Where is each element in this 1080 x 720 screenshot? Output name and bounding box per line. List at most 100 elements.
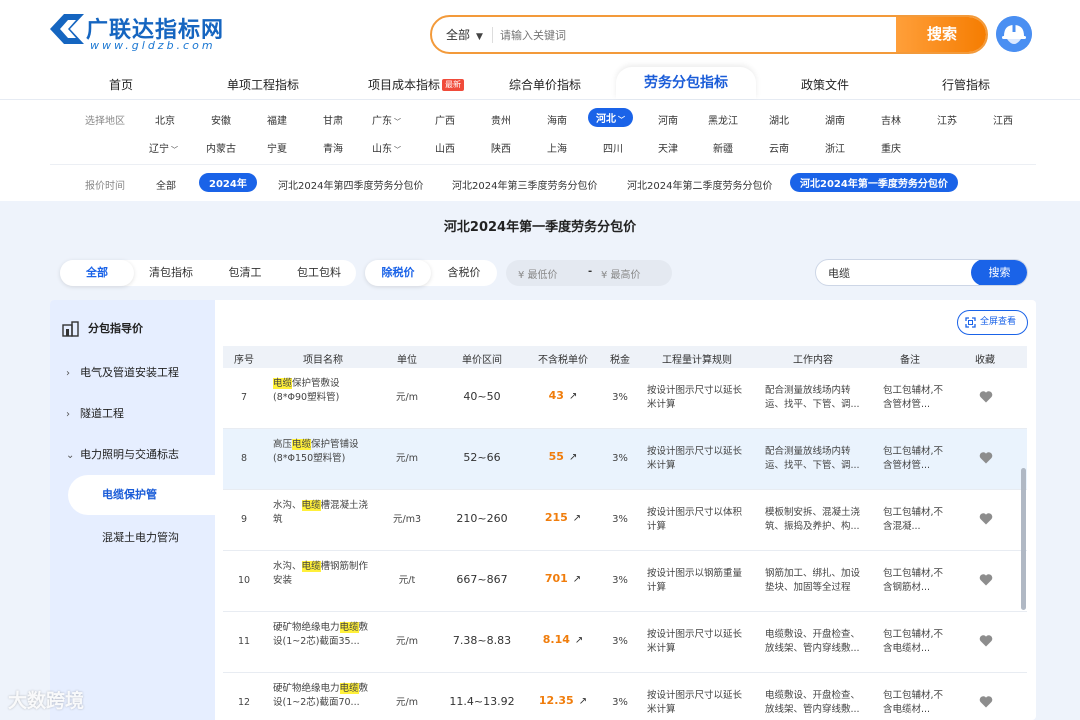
row-name[interactable]: 硬矿物绝缘电力电缆敷设(1~2芯)截面70... — [273, 682, 373, 712]
region-zhejiang[interactable]: 浙江 — [825, 140, 845, 155]
nav-admin-index[interactable]: 行管指标 — [942, 76, 990, 93]
favorite-heart-icon[interactable] — [979, 634, 993, 647]
row-rule: 按设计图示尺寸以延长米计算 — [647, 446, 743, 471]
nav-single-project[interactable]: 单项工程指标 — [227, 76, 299, 93]
global-search-button[interactable]: 搜索 — [896, 17, 986, 52]
favorite-heart-icon[interactable] — [979, 451, 993, 464]
row-name-prefix: 水沟、 — [273, 500, 302, 511]
region-heilongjiang[interactable]: 黑龙江 — [708, 112, 738, 127]
time-2024-q4[interactable]: 河北2024年第四季度劳务分包价 — [278, 177, 423, 192]
region-shandong[interactable]: 山东 ﹀ — [372, 140, 401, 155]
favorite-heart-icon[interactable] — [979, 512, 993, 525]
time-2024-q1[interactable]: 河北2024年第一季度劳务分包价 — [790, 173, 958, 192]
nav-policy[interactable]: 政策文件 — [801, 76, 849, 93]
table-row[interactable]: 12 硬矿物绝缘电力电缆敷设(1~2芯)截面70... 元/m 11.4~13.… — [223, 673, 1027, 720]
region-guangxi[interactable]: 广西 — [435, 112, 455, 127]
trend-up-icon[interactable]: ↗ — [573, 513, 581, 524]
region-beijing[interactable]: 北京 — [155, 112, 175, 127]
region-fujian[interactable]: 福建 — [267, 112, 287, 127]
region-neimenggu[interactable]: 内蒙古 — [206, 140, 236, 155]
region-hebei[interactable]: 河北 ﹀ — [588, 108, 633, 127]
table-row[interactable]: 11 硬矿物绝缘电力电缆敷设(1~2芯)截面35... 元/m 7.38~8.8… — [223, 612, 1027, 673]
region-shanghai[interactable]: 上海 — [547, 140, 567, 155]
region-guangdong[interactable]: 广东 ﹀ — [372, 112, 401, 127]
region-guizhou[interactable]: 贵州 — [491, 112, 511, 127]
fullscreen-button[interactable]: 全屏查看 — [957, 310, 1028, 335]
region-gansu[interactable]: 甘肃 — [323, 112, 343, 127]
user-avatar[interactable] — [996, 16, 1032, 52]
row-name[interactable]: 电缆保护管敷设(8*Φ90塑料管) — [273, 377, 373, 407]
type-tab-labor-materials[interactable]: 包工包料 — [282, 260, 356, 286]
region-sichuan[interactable]: 四川 — [603, 140, 623, 155]
region-yunnan[interactable]: 云南 — [769, 140, 789, 155]
table-row[interactable]: 9 水沟、电缆槽混凝土浇筑 元/m3 210~260 215 ↗ 3% 按设计图示… — [223, 490, 1027, 551]
favorite-heart-icon[interactable] — [979, 695, 993, 708]
nav-labor-subcontract[interactable]: 劳务分包指标 — [616, 67, 756, 99]
region-chongqing[interactable]: 重庆 — [881, 140, 901, 155]
trend-up-icon[interactable]: ↗ — [569, 452, 577, 463]
sidebar-item-tunnel[interactable]: › 隧道工程 — [66, 405, 124, 421]
nav-home[interactable]: 首页 — [109, 76, 133, 93]
region-henan[interactable]: 河南 — [658, 112, 678, 127]
row-name[interactable]: 水沟、电缆槽混凝土浇筑 — [273, 499, 373, 529]
row-name[interactable]: 硬矿物绝缘电力电缆敷设(1~2芯)截面35... — [273, 621, 373, 651]
table-scrollbar[interactable] — [1021, 468, 1026, 610]
col-unit: 单位 — [397, 355, 417, 366]
type-tab-clean-package[interactable]: 清包指标 — [134, 260, 208, 286]
favorite-heart-icon[interactable] — [979, 573, 993, 586]
region-jilin[interactable]: 吉林 — [881, 112, 901, 127]
region-hunan[interactable]: 湖南 — [825, 112, 845, 127]
row-no: 8 — [240, 453, 248, 464]
keyword-search-input[interactable] — [828, 264, 968, 282]
tax-tab-excluded[interactable]: 除税价 — [365, 260, 431, 286]
trend-up-icon[interactable]: ↗ — [573, 574, 581, 585]
row-range: 52~66 — [463, 451, 501, 464]
nav-unit-price[interactable]: 综合单价指标 — [509, 76, 581, 93]
table-row[interactable]: 8 高压电缆保护管铺设(8*Φ150塑料管) 元/m 52~66 55 ↗ 3% … — [223, 429, 1027, 490]
row-name[interactable]: 高压电缆保护管铺设(8*Φ150塑料管) — [273, 438, 373, 468]
row-price-cell: 215 ↗ — [529, 511, 597, 526]
region-ningxia[interactable]: 宁夏 — [267, 140, 287, 155]
nav-project-cost[interactable]: 项目成本指标 最新 — [368, 76, 465, 93]
trend-up-icon[interactable]: ↗ — [579, 696, 587, 707]
caret-down-icon: ▼ — [476, 32, 483, 42]
region-shanxi[interactable]: 山西 — [435, 140, 455, 155]
max-price-input[interactable]: ¥ 最高价 — [601, 266, 641, 281]
row-name[interactable]: 水沟、电缆槽钢筋制作安装 — [273, 560, 373, 590]
region-qinghai[interactable]: 青海 — [323, 140, 343, 155]
favorite-heart-icon[interactable] — [979, 390, 993, 403]
time-2024-q3[interactable]: 河北2024年第三季度劳务分包价 — [452, 177, 597, 192]
time-all[interactable]: 全部 — [156, 177, 176, 192]
trend-up-icon[interactable]: ↗ — [569, 391, 577, 402]
fullscreen-icon — [965, 317, 976, 328]
sidebar-subitem-concrete-trench[interactable]: 混凝土电力管沟 — [102, 529, 179, 545]
global-search-input[interactable] — [500, 24, 880, 46]
table-row[interactable]: 7 电缆保护管敷设(8*Φ90塑料管) 元/m 40~50 43 ↗ 3% 按设计… — [223, 368, 1027, 429]
logo[interactable]: 广联达指标网 www.gldzb.com — [50, 12, 260, 56]
trend-up-icon[interactable]: ↗ — [575, 635, 583, 646]
region-jiangsu[interactable]: 江苏 — [937, 112, 957, 127]
type-tab-all[interactable]: 全部 — [60, 260, 134, 286]
chevron-down-icon: ﹀ — [171, 146, 178, 154]
region-anhui[interactable]: 安徽 — [211, 112, 231, 127]
search-scope-select[interactable]: 全部 ▼ — [446, 26, 483, 43]
time-2024-q2[interactable]: 河北2024年第二季度劳务分包价 — [627, 177, 772, 192]
region-hainan[interactable]: 海南 — [547, 112, 567, 127]
tax-tab-included[interactable]: 含税价 — [431, 260, 497, 286]
min-price-input[interactable]: ¥ 最低价 — [518, 266, 558, 281]
table-row[interactable]: 10 水沟、电缆槽钢筋制作安装 元/t 667~867 701 ↗ 3% 按设计图… — [223, 551, 1027, 612]
region-xinjiang[interactable]: 新疆 — [713, 140, 733, 155]
row-price-cell: 8.14 ↗ — [529, 633, 597, 648]
region-liaoning[interactable]: 辽宁 ﹀ — [149, 140, 178, 155]
sidebar-item-electrical[interactable]: › 电气及管道安装工程 — [66, 364, 179, 380]
region-tianjin[interactable]: 天津 — [658, 140, 678, 155]
sidebar-item-lighting-traffic[interactable]: ⌄ 电力照明与交通标志 — [66, 446, 179, 462]
region-jiangxi[interactable]: 江西 — [993, 112, 1013, 127]
region-shaanxi[interactable]: 陕西 — [491, 140, 511, 155]
time-2024[interactable]: 2024年 — [199, 173, 257, 192]
type-tab-labor-only[interactable]: 包清工 — [208, 260, 282, 286]
search-divider — [492, 27, 493, 43]
region-hubei[interactable]: 湖北 — [769, 112, 789, 127]
keyword-search-button[interactable]: 搜索 — [971, 260, 1027, 285]
sidebar-subitem-cable-duct[interactable]: 电缆保护管 — [68, 475, 215, 515]
